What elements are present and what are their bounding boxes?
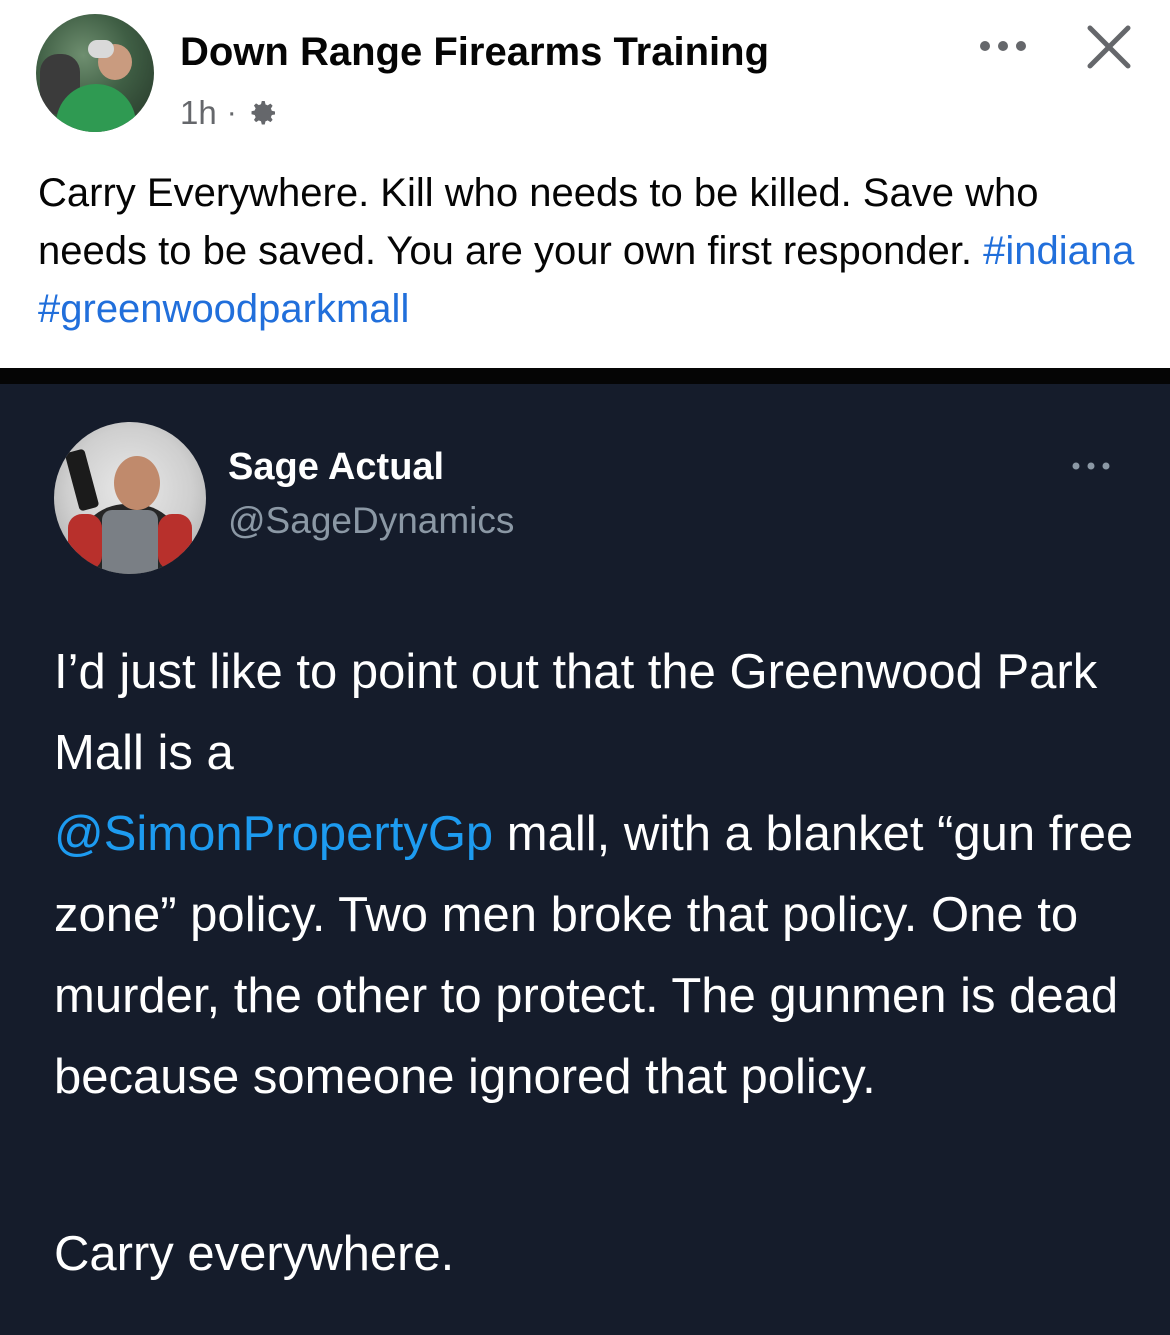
divider [0, 368, 1170, 384]
post-time[interactable]: 1h [180, 94, 217, 132]
post-text: Carry Everywhere. Kill who needs to be k… [38, 164, 1138, 338]
meta-separator: · [226, 96, 237, 129]
tweet-body-start: I’d just like to point out that the Gree… [54, 645, 1098, 780]
tweet-avatar [54, 422, 206, 574]
post-body: Carry Everywhere. Kill who needs to be k… [38, 171, 1039, 273]
more-options-icon [1072, 462, 1110, 470]
close-icon[interactable] [1082, 20, 1136, 74]
facebook-post: Down Range Firearms Training 1h · Carry … [0, 0, 1170, 372]
hashtag-indiana[interactable]: #indiana [983, 229, 1134, 273]
page-avatar[interactable] [36, 14, 154, 132]
shared-tweet-screenshot[interactable]: Sage Actual @SageDynamics I’d just like … [0, 384, 1170, 1335]
tweet-display-name: Sage Actual [228, 446, 445, 488]
page-name[interactable]: Down Range Firearms Training [180, 30, 769, 75]
hashtag-greenwoodparkmall[interactable]: #greenwoodparkmall [38, 287, 409, 331]
gear-icon[interactable] [247, 97, 279, 129]
tweet-mention: @SimonPropertyGp [54, 807, 494, 861]
tweet-handle: @SageDynamics [228, 500, 515, 541]
tweet-closing-line: Carry everywhere. [54, 1227, 455, 1281]
tweet-text: I’d just like to point out that the Gree… [54, 632, 1144, 1118]
more-options-icon[interactable] [975, 26, 1031, 66]
post-meta: 1h · [180, 94, 279, 132]
